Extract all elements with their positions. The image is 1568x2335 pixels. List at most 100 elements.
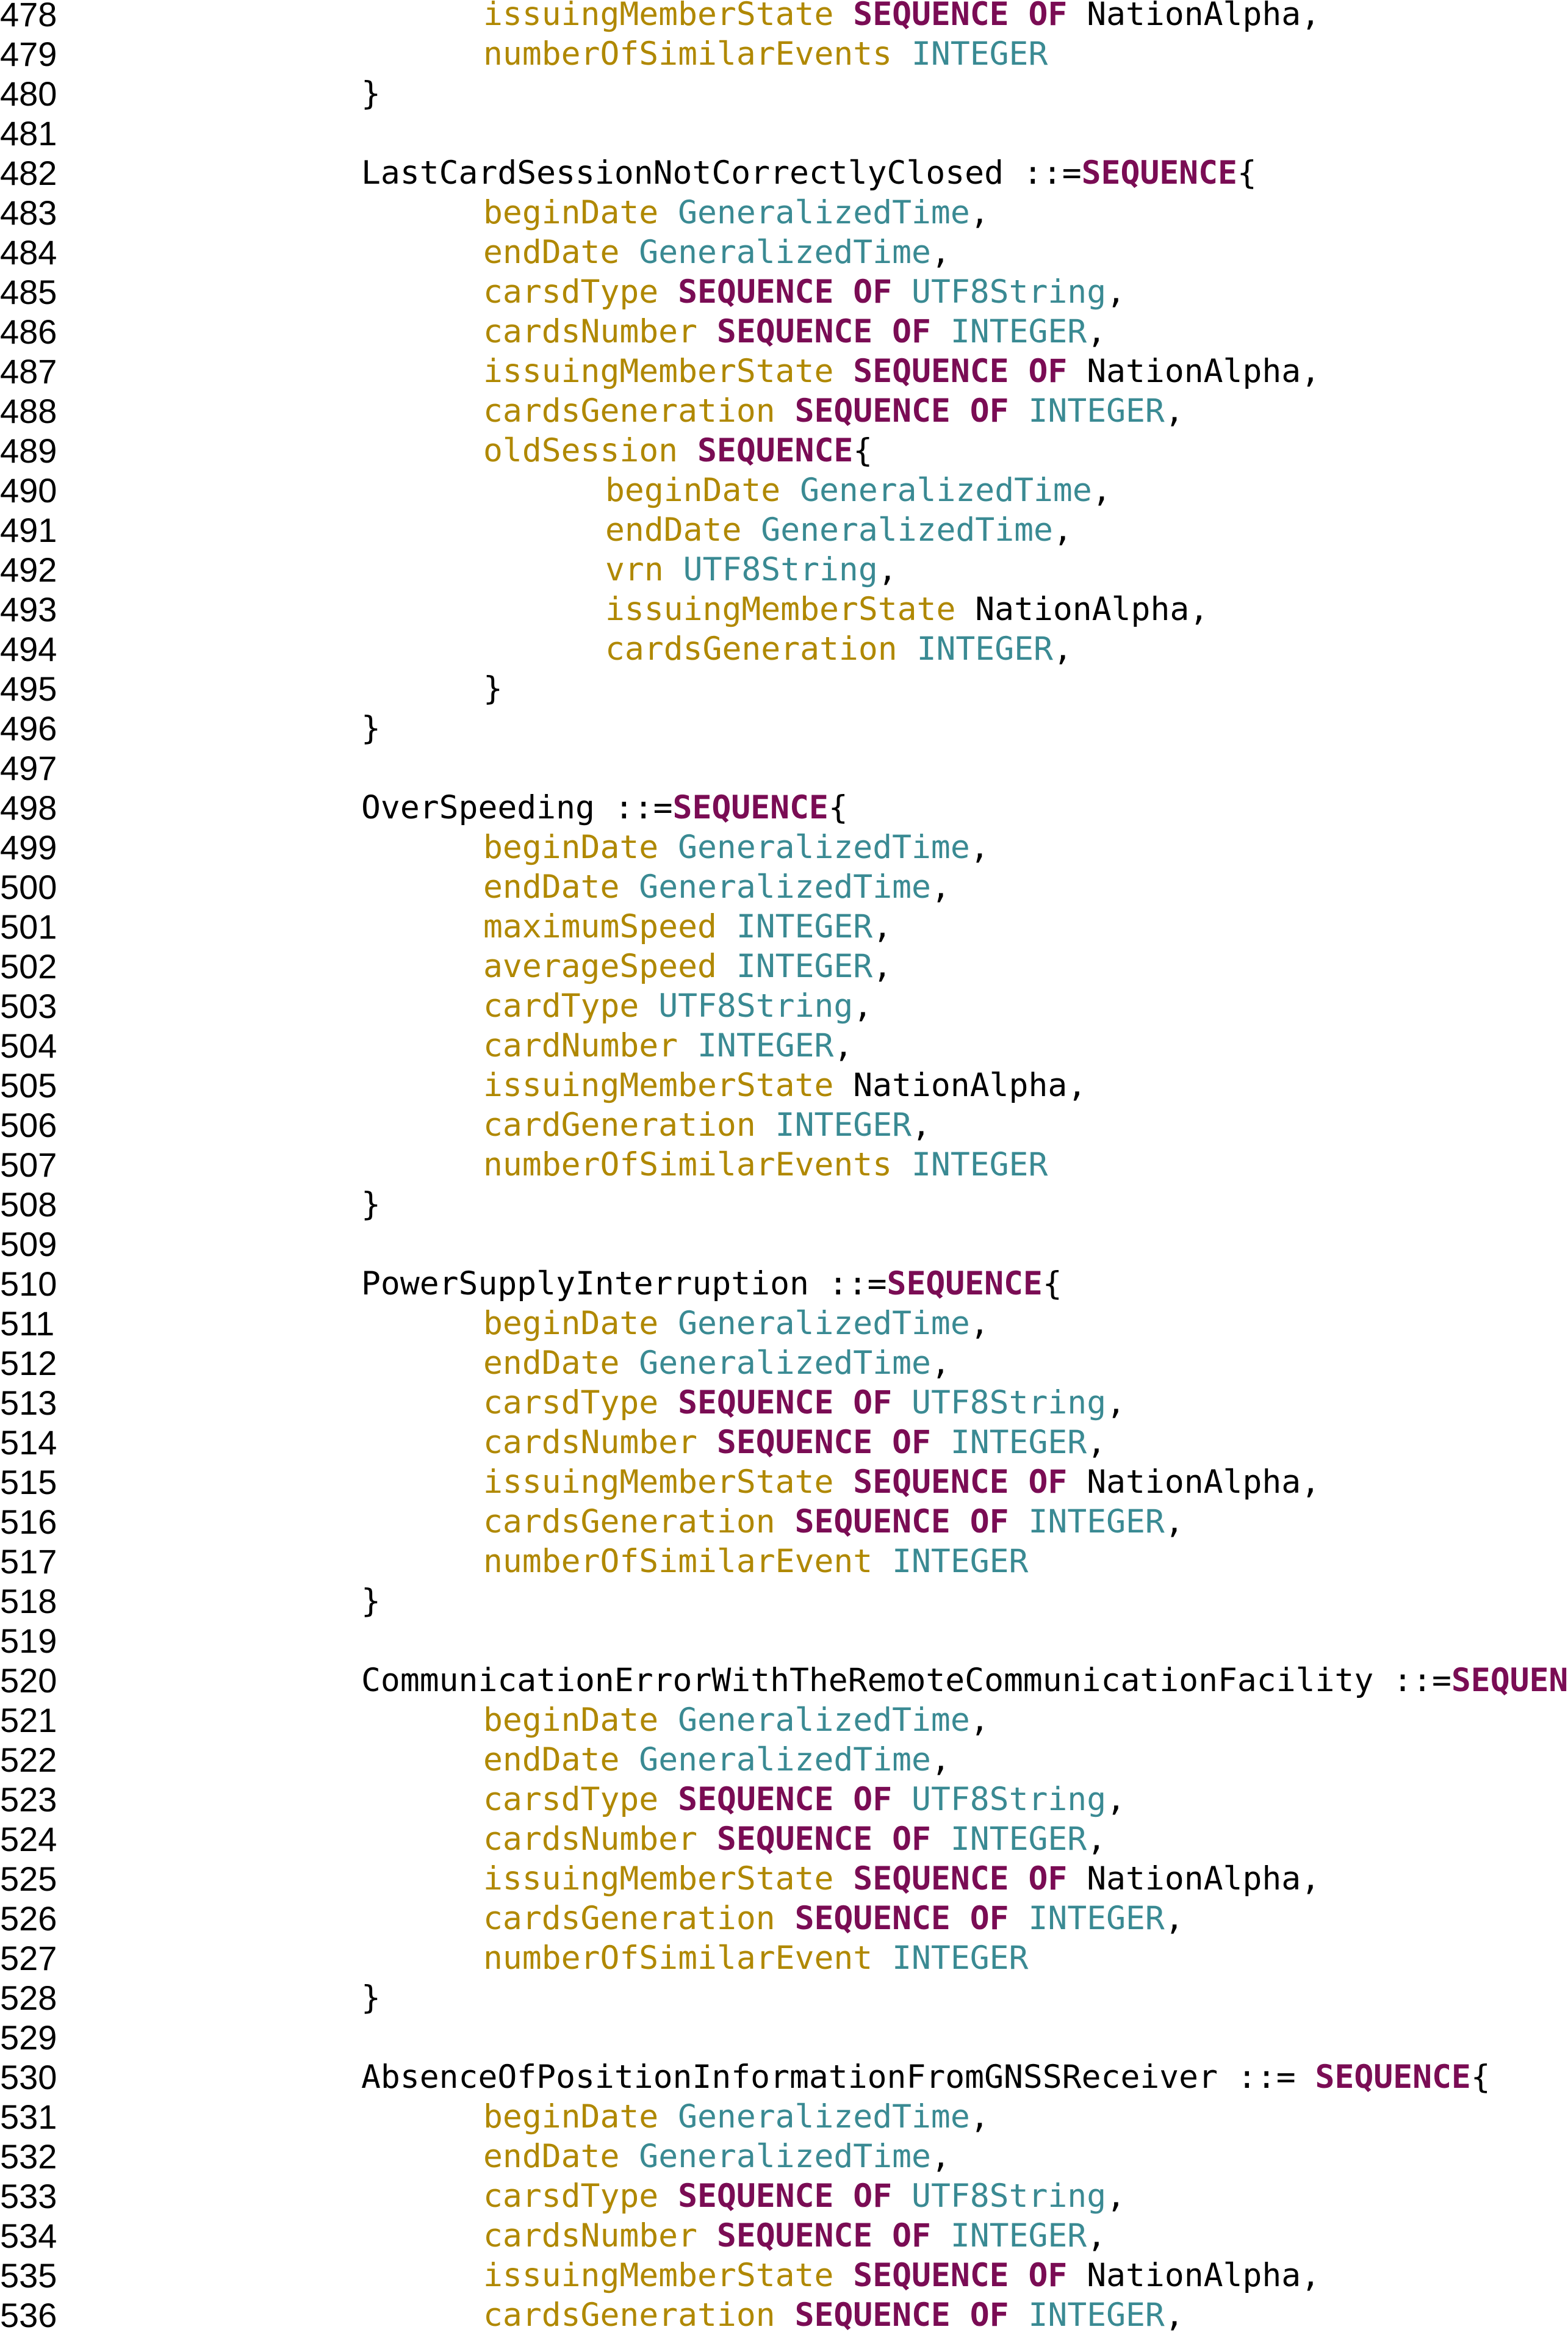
keyword: SEQUENCE OF <box>853 0 1068 33</box>
plain-text: , <box>833 1027 854 1064</box>
field-name: endDate <box>483 1741 620 1778</box>
plain-text: , <box>1164 1900 1184 1937</box>
line-number: 501 <box>0 908 57 946</box>
plain-text: CommunicationErrorWithTheRemoteCommunica… <box>361 1662 1451 1699</box>
code-text: numberOfSimilarEvents INTEGER <box>483 1145 1048 1185</box>
plain-text <box>775 1503 795 1540</box>
code-line: 507 numberOfSimilarEvents INTEGER <box>0 1145 1568 1185</box>
type-name: GeneralizedTime <box>639 2138 931 2175</box>
code-text: issuingMemberState SEQUENCE OF NationAlp… <box>483 2256 1320 2295</box>
type-name: GeneralizedTime <box>800 472 1092 509</box>
plain-text: PowerSupplyInterruption ::= <box>361 1265 887 1302</box>
type-name: INTEGER <box>950 1821 1087 1858</box>
type-name: INTEGER <box>697 1027 834 1064</box>
plain-text: } <box>361 710 381 747</box>
plain-text: , <box>1106 1781 1126 1818</box>
line-number: 518 <box>0 1582 57 1620</box>
code-text: issuingMemberState SEQUENCE OF NationAlp… <box>483 0 1320 34</box>
field-name: carsdType <box>483 1781 659 1818</box>
plain-text <box>664 551 683 588</box>
type-name: GeneralizedTime <box>639 1741 931 1778</box>
plain-text <box>717 948 736 985</box>
plain-text: , <box>930 234 951 271</box>
keyword: SEQUENCE <box>672 789 829 826</box>
line-number: 493 <box>0 590 57 629</box>
plain-text <box>697 2217 717 2254</box>
line-number: 492 <box>0 550 57 589</box>
plain-text <box>872 1940 892 1977</box>
plain-text <box>1009 1503 1029 1540</box>
plain-text: , <box>872 908 893 945</box>
keyword: SEQUENCE OF <box>716 1821 931 1858</box>
code-text: } <box>483 669 503 709</box>
type-name: INTEGER <box>912 1146 1048 1183</box>
code-line: 532 endDate GeneralizedTime, <box>0 2137 1568 2176</box>
code-line: 489 oldSession SEQUENCE{ <box>0 431 1568 471</box>
plain-text: AbsenceOfPositionInformationFromGNSSRece… <box>361 2059 1315 2096</box>
plain-text <box>833 1463 853 1501</box>
code-text: endDate GeneralizedTime, <box>605 510 1073 550</box>
keyword: SEQUENCE <box>697 432 854 469</box>
plain-text: , <box>1052 511 1073 549</box>
code-text: carsdType SEQUENCE OF UTF8String, <box>483 272 1126 312</box>
line-number: 488 <box>0 392 57 430</box>
code-text: LastCardSessionNotCorrectlyClosed ::=SEQ… <box>361 153 1257 193</box>
plain-text <box>931 1821 951 1858</box>
code-line: 516 cardsGeneration SEQUENCE OF INTEGER, <box>0 1502 1568 1542</box>
line-number: 523 <box>0 1780 57 1819</box>
code-text: maximumSpeed INTEGER, <box>483 907 892 947</box>
code-text: vrn UTF8String, <box>605 550 897 590</box>
plain-text <box>658 2178 678 2215</box>
field-name: cardsNumber <box>483 1821 697 1858</box>
plain-text <box>775 2297 795 2334</box>
code-line: 485 carsdType SEQUENCE OF UTF8String, <box>0 272 1568 312</box>
code-text: } <box>361 1978 381 2018</box>
plain-text <box>619 1344 639 1382</box>
field-name: oldSession <box>483 432 678 469</box>
plain-text: , <box>969 829 990 866</box>
plain-text: { <box>828 789 848 826</box>
type-name: UTF8String <box>912 1384 1107 1421</box>
plain-text: NationAlpha, <box>1067 353 1321 390</box>
keyword: SEQUENCE OF <box>678 273 893 311</box>
field-name: cardGeneration <box>483 1106 756 1144</box>
keyword: SEQUENCE OF <box>716 2217 931 2254</box>
field-name: issuingMemberState <box>483 1463 834 1501</box>
field-name: cardNumber <box>483 1027 678 1064</box>
field-name: numberOfSimilarEvent <box>483 1940 873 1977</box>
field-name: cardsNumber <box>483 1424 697 1461</box>
field-name: issuingMemberState <box>483 353 834 390</box>
plain-text <box>775 392 795 430</box>
plain-text: NationAlpha, <box>1067 2257 1321 2294</box>
plain-text: LastCardSessionNotCorrectlyClosed ::= <box>361 154 1082 192</box>
type-name: INTEGER <box>892 1940 1029 1977</box>
line-number: 503 <box>0 987 57 1025</box>
field-name: beginDate <box>483 1702 659 1739</box>
code-line: 535 issuingMemberState SEQUENCE OF Nation… <box>0 2256 1568 2295</box>
code-text: cardNumber INTEGER, <box>483 1026 853 1066</box>
code-line: 495} <box>0 669 1568 709</box>
line-number: 495 <box>0 669 57 708</box>
field-name: cardsGeneration <box>483 392 775 430</box>
code-line: 492 vrn UTF8String, <box>0 550 1568 590</box>
code-line: 483 beginDate GeneralizedTime, <box>0 193 1568 233</box>
plain-text <box>619 2138 639 2175</box>
plain-text: NationAlpha, <box>1067 1463 1321 1501</box>
line-number: 530 <box>0 2058 57 2096</box>
code-text: CommunicationErrorWithTheRemoteCommunica… <box>361 1661 1568 1700</box>
field-name: issuingMemberState <box>483 1860 834 1897</box>
type-name: GeneralizedTime <box>678 194 970 231</box>
code-text: issuingMemberState SEQUENCE OF NationAlp… <box>483 1859 1320 1899</box>
code-text: OverSpeeding ::=SEQUENCE{ <box>361 788 848 828</box>
code-line: 515 issuingMemberState SEQUENCE OF Nation… <box>0 1462 1568 1502</box>
plain-text <box>697 1424 717 1461</box>
code-line: 531 beginDate GeneralizedTime, <box>0 2097 1568 2137</box>
line-number: 489 <box>0 431 57 470</box>
plain-text <box>658 1384 678 1421</box>
plain-text <box>892 35 912 73</box>
plain-text <box>892 1384 912 1421</box>
code-text: numberOfSimilarEvent INTEGER <box>483 1542 1028 1581</box>
code-line: 502 averageSpeed INTEGER, <box>0 947 1568 986</box>
keyword: SEQUENCE OF <box>853 353 1068 390</box>
type-name: UTF8String <box>912 1781 1107 1818</box>
